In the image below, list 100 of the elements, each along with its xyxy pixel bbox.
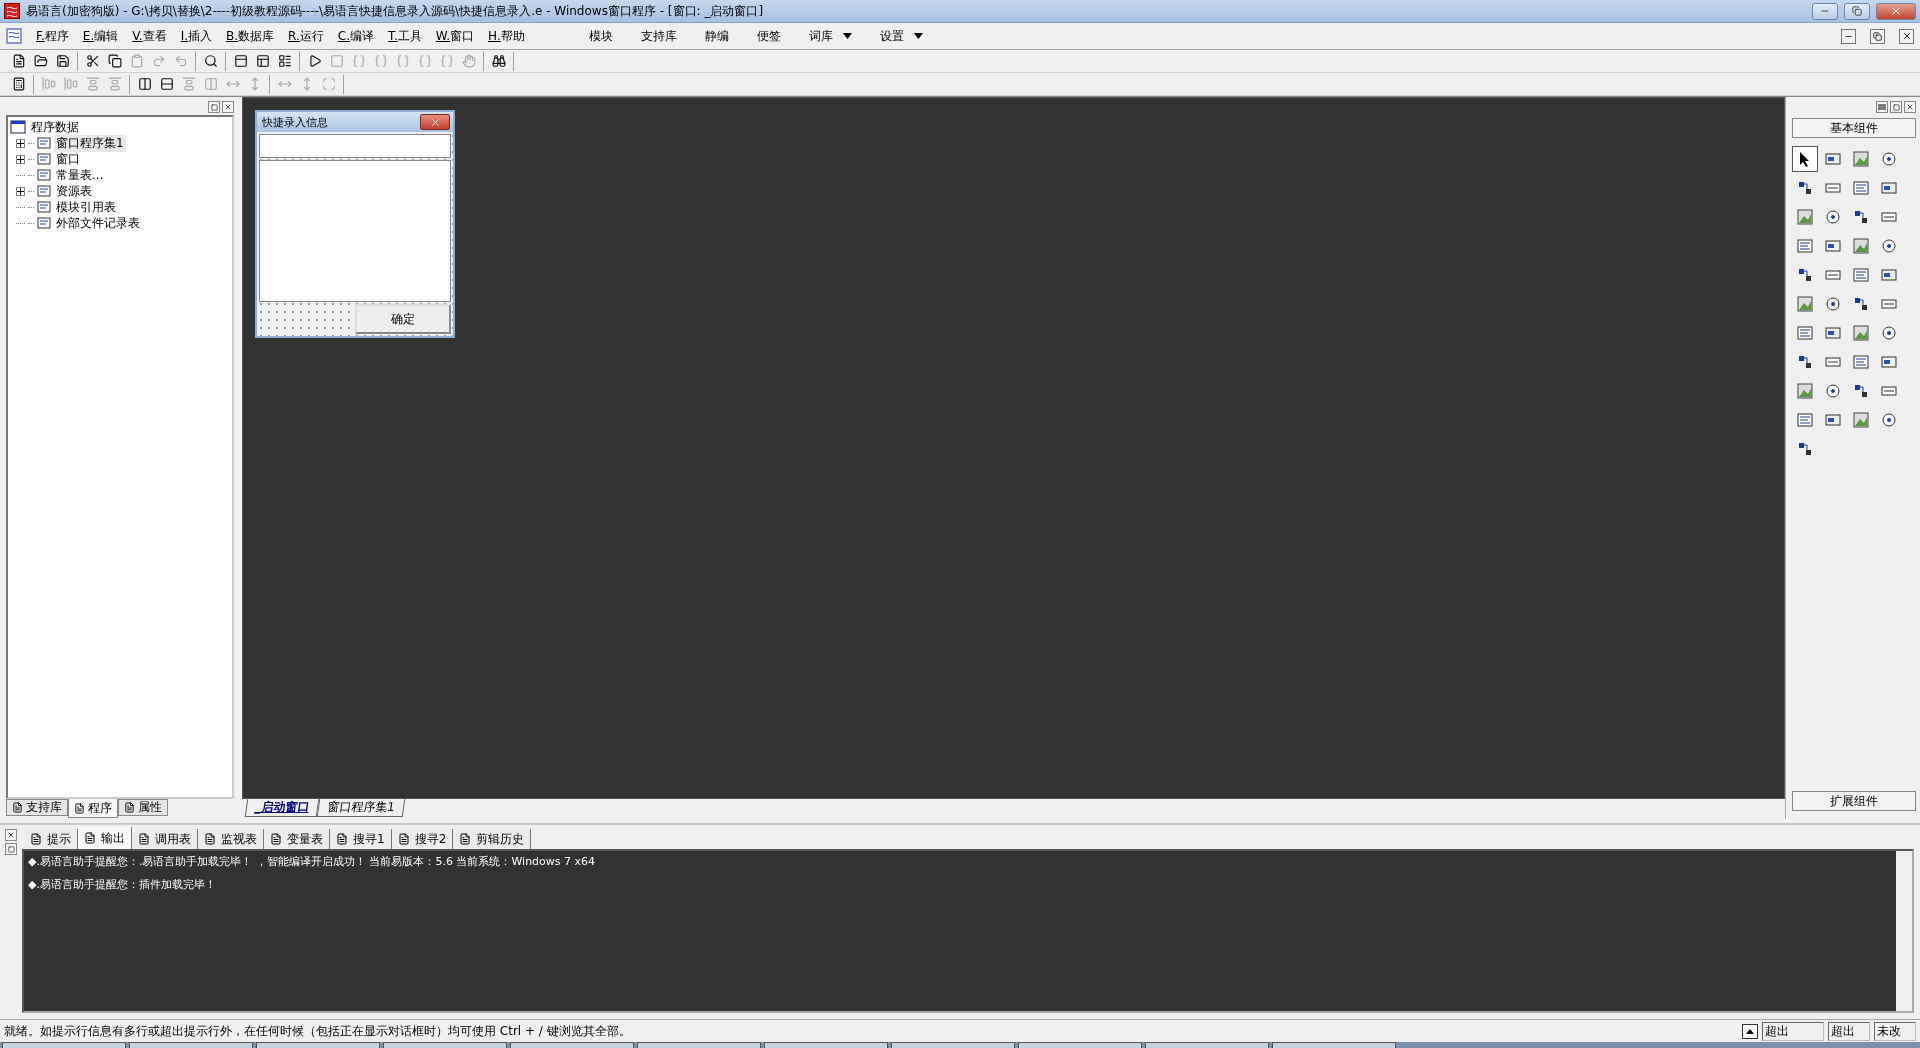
component-icon [1852, 295, 1870, 313]
component-icon [1880, 179, 1898, 197]
close-button[interactable] [222, 101, 234, 113]
menu-item[interactable]: R.运行 [288, 27, 324, 45]
output-tab[interactable]: 搜寻1 [330, 829, 392, 849]
close-button[interactable] [1904, 101, 1916, 113]
page-icon [336, 833, 348, 845]
page-icon [204, 833, 216, 845]
menu-icon [1878, 103, 1886, 111]
tree-item[interactable]: 资源表 [54, 182, 94, 200]
tree-item[interactable]: 模块引用表 [54, 198, 118, 216]
output-tab[interactable]: 剪辑历史 [453, 829, 532, 849]
tree-item[interactable]: 窗口程序集1 [54, 134, 126, 152]
output-tab[interactable]: 监视表 [198, 829, 264, 849]
component-group-header[interactable]: 基本组件 [1792, 118, 1916, 138]
restore-button[interactable] [1844, 2, 1870, 20]
menu-item[interactable]: V.查看 [132, 27, 167, 45]
tree-item[interactable]: 程序数据 [29, 118, 81, 136]
taskbar-button[interactable] [1018, 1042, 1142, 1048]
menu-item[interactable]: C.编译 [337, 27, 375, 45]
menu-item[interactable]: H.帮助 [488, 27, 525, 45]
window-title: 易语言(加密狗版) - G:\拷贝\替换\2----初级教程源码----\易语言快捷信息录入源码\快捷信息录入.e - Windows窗口程序 - [窗口: _启动窗口] [26, 2, 765, 20]
close-button[interactable] [420, 114, 450, 130]
panel-tab[interactable]: 支持库 [6, 799, 68, 816]
close-button[interactable] [5, 829, 17, 841]
tree-item[interactable]: 外部文件记录表 [54, 214, 142, 232]
editor-tab[interactable]: 窗口程序集1 [316, 799, 405, 817]
menu-item[interactable]: T.工具 [388, 27, 422, 45]
component-icon [1824, 382, 1842, 400]
status-message: 就绪。如提示行信息有多行或超出提示行外，在任何时候（包括正在显示对话框时）均可使用 Ctrl + / 键浏览其全部。 [4, 1022, 632, 1040]
close-button[interactable] [1899, 28, 1914, 44]
menu-item[interactable]: E.编辑 [82, 27, 119, 45]
confirm-button[interactable]: 确定 [355, 304, 451, 334]
menu-item[interactable]: 词库 [808, 27, 852, 45]
taskbar-button[interactable] [1145, 1042, 1269, 1048]
minimize-button[interactable] [1841, 28, 1856, 44]
play-icon [307, 54, 322, 68]
expand-button[interactable] [16, 154, 25, 164]
component-group-header[interactable]: 扩展组件 [1792, 791, 1916, 811]
expand-button[interactable] [1742, 1023, 1758, 1039]
output-tab[interactable]: 搜寻2 [391, 829, 454, 849]
menu-item[interactable]: 设置 [879, 27, 923, 45]
layout-icon [255, 54, 270, 68]
taskbar-button[interactable] [764, 1042, 888, 1048]
text-field[interactable] [259, 134, 451, 158]
expand-icon [321, 77, 336, 91]
plus-icon [17, 139, 24, 147]
menu-item[interactable]: 便签 [756, 27, 781, 45]
taskbar-button[interactable] [129, 1042, 253, 1048]
component-icon [1796, 324, 1814, 342]
pointer-tool[interactable] [1792, 146, 1818, 172]
panel-tab[interactable]: 属性 [118, 799, 168, 816]
expand-button[interactable] [16, 186, 25, 196]
menu-item[interactable]: 模块 [588, 27, 613, 45]
taskbar-button[interactable] [1272, 1042, 1396, 1048]
taskbar-button[interactable] [891, 1042, 1015, 1048]
taskbar-button[interactable] [256, 1042, 380, 1048]
maximize-button[interactable] [1890, 101, 1902, 113]
node-icon [37, 200, 51, 214]
align-icon [107, 77, 122, 91]
taskbar-button[interactable] [637, 1042, 761, 1048]
menu-button[interactable] [1876, 101, 1888, 113]
page-icon [74, 802, 85, 814]
page-icon [138, 833, 150, 845]
component-icon [1852, 324, 1870, 342]
taskbar-button[interactable] [383, 1042, 507, 1048]
output-tab[interactable]: 调用表 [132, 829, 198, 849]
output-tab[interactable]: 提示 [24, 829, 78, 849]
editor-tab[interactable]: _启动窗口 [244, 799, 320, 817]
node-icon [37, 216, 51, 230]
align-icon [85, 77, 100, 91]
restore-icon [1852, 6, 1862, 16]
minimize-button[interactable] [1812, 2, 1838, 20]
list-box[interactable] [259, 160, 451, 302]
menu-item[interactable]: I.插入 [180, 27, 213, 45]
output-tab[interactable]: 输出 [78, 827, 132, 849]
menu-item[interactable]: 支持库 [640, 27, 677, 45]
component-icon [1824, 324, 1842, 342]
maximize-button[interactable] [208, 101, 220, 113]
taskbar-button[interactable] [510, 1042, 634, 1048]
tree-item[interactable]: 常量表... [54, 166, 106, 184]
component-icon [1852, 411, 1870, 429]
status-field: 超出 [1762, 1021, 1824, 1041]
component-icon [1796, 440, 1814, 458]
scrollbar[interactable] [1896, 851, 1912, 1011]
layout-icon [233, 54, 248, 68]
restore-button[interactable] [1870, 28, 1885, 44]
output-tab[interactable]: 变量表 [264, 829, 330, 849]
menu-item[interactable]: B.数据库 [226, 27, 275, 45]
menu-item[interactable]: 静编 [704, 27, 729, 45]
expand-button[interactable] [16, 138, 25, 148]
menu-item[interactable]: F.程序 [36, 27, 69, 45]
maximize-button[interactable] [5, 843, 17, 855]
component-icon [1796, 353, 1814, 371]
page-icon [30, 833, 42, 845]
panel-tab[interactable]: 程序 [68, 799, 118, 818]
layout-icon [277, 54, 292, 68]
menu-item[interactable]: W.窗口 [435, 27, 475, 45]
taskbar-button[interactable] [2, 1042, 126, 1048]
tree-item[interactable]: 窗口 [54, 150, 82, 168]
